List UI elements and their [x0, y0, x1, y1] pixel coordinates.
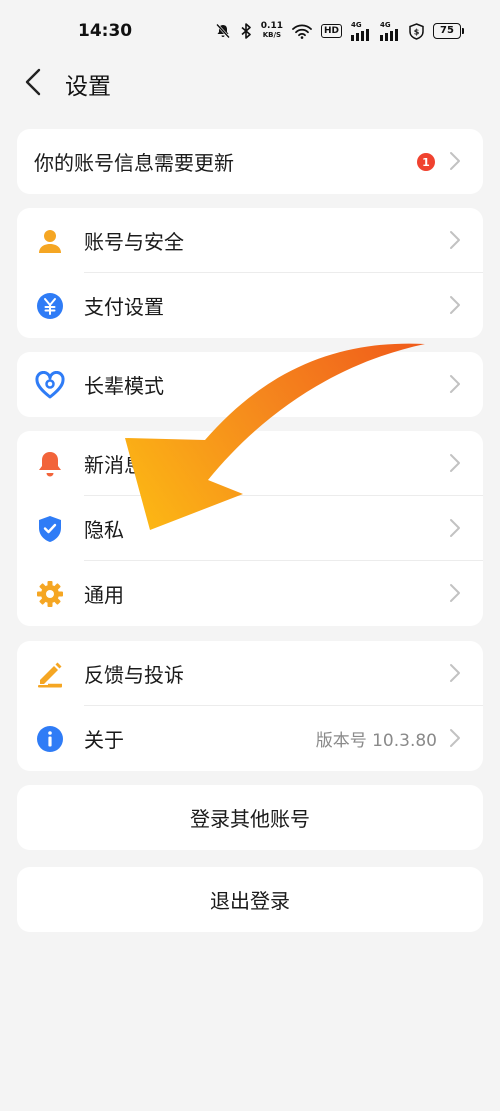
notification-badge: 1 — [417, 153, 435, 171]
mute-icon — [215, 23, 231, 39]
switch-account-button[interactable]: 登录其他账号 — [17, 785, 483, 850]
logout-button[interactable]: 退出登录 — [17, 867, 483, 932]
settings-group-elder: 长辈模式 — [17, 352, 483, 417]
row-general[interactable]: 通用 — [17, 561, 483, 626]
battery-level: 75 — [433, 23, 461, 39]
status-icons: 0.11 KB/S HD 4G 4G $ 75 — [215, 20, 464, 42]
net-speed-unit: KB/S — [262, 31, 282, 39]
chevron-right-icon — [450, 375, 460, 393]
row-label: 关于 — [84, 728, 124, 752]
chevron-right-icon — [450, 664, 460, 682]
chevron-right-icon — [450, 729, 460, 747]
signal-1: 4G — [351, 20, 371, 41]
info-icon — [35, 725, 65, 753]
battery-icon: 75 — [433, 23, 464, 39]
row-feedback[interactable]: 反馈与投诉 — [17, 641, 483, 706]
wifi-icon — [292, 24, 312, 39]
signal-1-label: 4G — [351, 20, 362, 29]
chevron-right-icon — [450, 231, 460, 249]
chevron-right-icon — [450, 519, 460, 537]
bell-icon — [35, 450, 65, 478]
back-button[interactable] — [18, 66, 48, 98]
signal-2-label: 4G — [380, 20, 391, 29]
shield-icon — [35, 515, 65, 543]
dollar-shield-icon: $ — [409, 22, 424, 40]
status-time: 14:30 — [78, 21, 133, 41]
header: 设置 — [0, 58, 500, 106]
row-label: 反馈与投诉 — [84, 663, 184, 687]
signal-2: 4G — [380, 20, 400, 41]
svg-text:$: $ — [414, 27, 420, 36]
chevron-right-icon — [450, 152, 460, 170]
row-new-message-notification[interactable]: 新消息通知 — [17, 431, 483, 496]
net-speed: 0.11 KB/S — [261, 22, 283, 40]
chevron-right-icon — [450, 584, 460, 602]
hd-badge: HD — [320, 24, 342, 38]
signal-bars-icon — [380, 28, 398, 41]
battery-tip — [462, 28, 464, 34]
row-privacy[interactable]: 隐私 — [17, 496, 483, 561]
account-update-card[interactable]: 你的账号信息需要更新 1 — [17, 129, 483, 194]
settings-group-support: 反馈与投诉 关于 版本号 10.3.80 — [17, 641, 483, 771]
row-label: 长辈模式 — [84, 374, 164, 398]
account-update-row[interactable]: 你的账号信息需要更新 1 — [17, 129, 483, 194]
row-about[interactable]: 关于 版本号 10.3.80 — [17, 706, 483, 771]
row-account-security[interactable]: 账号与安全 — [17, 208, 483, 273]
settings-group-general: 新消息通知 隐私 通用 — [17, 431, 483, 626]
back-arrow-icon — [25, 68, 41, 96]
row-payment-settings[interactable]: 支付设置 — [17, 273, 483, 338]
status-bar: 14:30 0.11 KB/S HD 4G 4G $ 75 — [0, 0, 500, 64]
heart-icon — [35, 371, 65, 399]
net-speed-value: 0.11 — [260, 21, 283, 31]
bluetooth-icon — [240, 23, 252, 39]
page-title: 设置 — [65, 74, 111, 100]
settings-group-account: 账号与安全 支付设置 — [17, 208, 483, 338]
row-label: 账号与安全 — [84, 230, 184, 254]
row-elder-mode[interactable]: 长辈模式 — [17, 352, 483, 417]
account-update-label: 你的账号信息需要更新 — [34, 151, 234, 175]
pencil-icon — [35, 660, 65, 688]
row-label: 通用 — [84, 583, 124, 607]
version-value: 版本号 10.3.80 — [315, 731, 437, 751]
yuan-icon — [35, 292, 65, 320]
chevron-right-icon — [450, 454, 460, 472]
person-icon — [35, 227, 65, 255]
row-label: 隐私 — [84, 518, 124, 542]
signal-bars-icon — [351, 28, 369, 41]
row-label: 支付设置 — [84, 295, 164, 319]
gear-icon — [35, 580, 65, 608]
chevron-right-icon — [450, 296, 460, 314]
row-label: 新消息通知 — [84, 453, 184, 477]
